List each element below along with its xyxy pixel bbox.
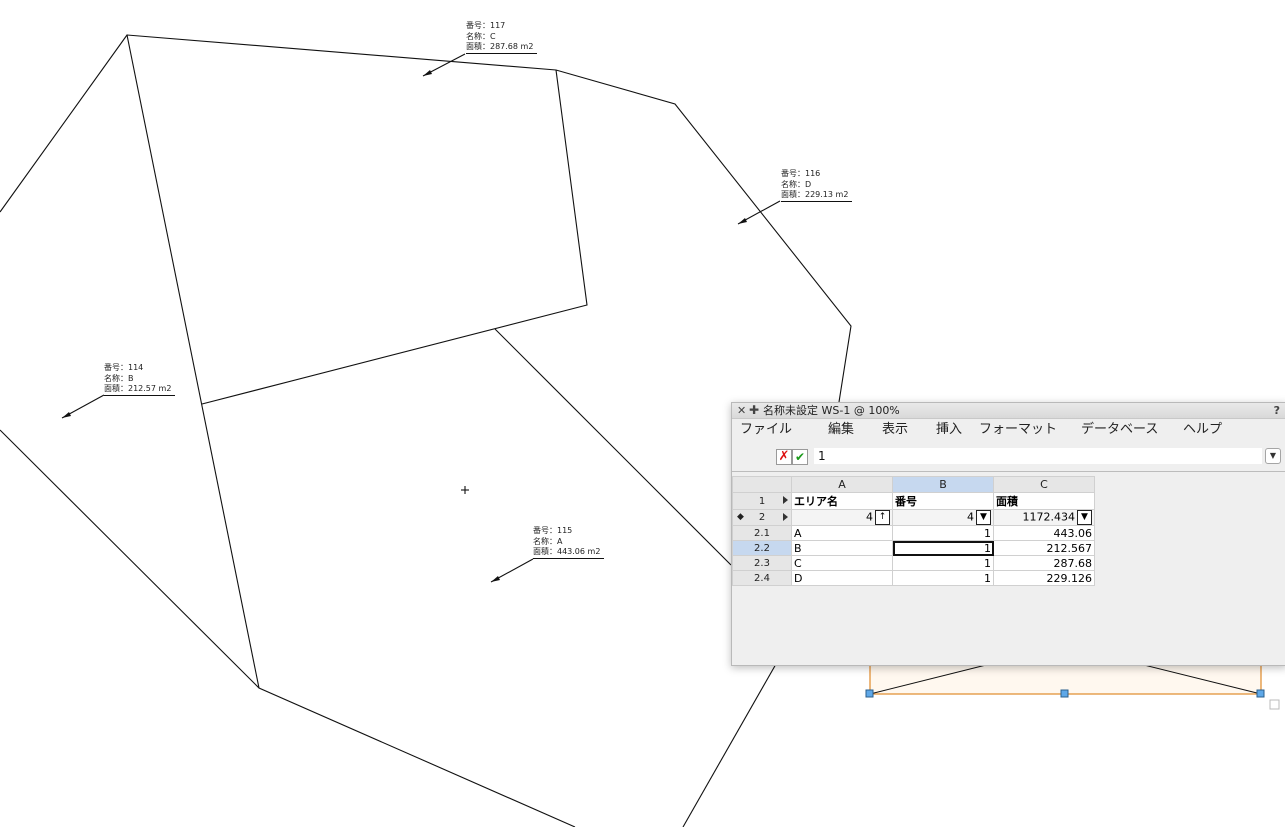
row-label: 1 xyxy=(758,495,766,507)
row-header-2-1[interactable]: 2.1 xyxy=(732,525,792,541)
space-tag-117: 番号：117 名称：C 面積：287.68 m2 xyxy=(466,21,538,54)
resize-handle[interactable] xyxy=(865,689,874,698)
cell-b1[interactable]: 番号 xyxy=(892,492,994,510)
space-edge xyxy=(126,34,260,689)
cell-a1[interactable]: エリア名 xyxy=(791,492,893,510)
expand-arrow-icon[interactable] xyxy=(783,496,788,504)
cell-b2-summary[interactable]: 4 ▼ xyxy=(892,509,994,526)
worksheet-title: 名称未設定 WS-1 @ 100% xyxy=(763,404,900,417)
cell-c1[interactable]: 面積 xyxy=(993,492,1095,510)
row-header-2[interactable]: ◆ 2 xyxy=(732,509,792,526)
dropdown-arrow-icon[interactable]: ▼ xyxy=(976,510,991,525)
active-cell[interactable]: 1 xyxy=(892,540,994,556)
tag-line: 名称：C xyxy=(466,31,496,41)
summary-value: 4 xyxy=(967,510,974,524)
tag-line: 面積：287.68 m2 xyxy=(466,42,538,54)
space-edge xyxy=(201,69,588,405)
accept-entry-button[interactable]: ✔ xyxy=(792,449,808,465)
cell-name[interactable]: B xyxy=(791,540,893,556)
arrow-head xyxy=(423,70,432,76)
database-row-icon: ◆ xyxy=(737,512,744,522)
cell-number[interactable]: 1 xyxy=(892,525,994,541)
cell-name[interactable]: C xyxy=(791,555,893,571)
cell-a2-summary[interactable]: 4 ↑ xyxy=(791,509,893,526)
row-header-2-4[interactable]: 2.4 xyxy=(732,570,792,586)
tag-line: 面積：443.06 m2 xyxy=(533,547,605,559)
cell-area[interactable]: 229.126 xyxy=(993,570,1095,586)
summary-value: 1172.434 xyxy=(1022,510,1076,524)
column-header-a[interactable]: A xyxy=(791,476,893,493)
space-tag-116: 番号：116 名称：D 面積：229.13 m2 xyxy=(781,169,853,202)
worksheet-titlebar[interactable]: ✕ ✚ 名称未設定 WS-1 @ 100% ? xyxy=(732,403,1285,419)
row-header-2-3[interactable]: 2.3 xyxy=(732,555,792,571)
column-header-b[interactable]: B xyxy=(892,476,994,493)
summary-value: 4 xyxy=(866,510,873,524)
menu-edit[interactable]: 編集 xyxy=(828,419,882,441)
resize-handle[interactable] xyxy=(1060,689,1069,698)
cell-name[interactable]: D xyxy=(791,570,893,586)
menu-insert[interactable]: 挿入 xyxy=(936,419,979,441)
arrow-head xyxy=(62,412,71,418)
cell-area[interactable]: 212.567 xyxy=(993,540,1095,556)
cell-number[interactable]: 1 xyxy=(892,555,994,571)
menu-help[interactable]: ヘルプ xyxy=(1183,419,1222,441)
help-button[interactable]: ? xyxy=(1274,403,1280,418)
arrow-head xyxy=(491,576,500,582)
grid-corner[interactable] xyxy=(732,476,792,493)
menu-file[interactable]: ファイル xyxy=(740,419,828,441)
column-header-c[interactable]: C xyxy=(993,476,1095,493)
space-tag-114: 番号：114 名称：B 面積：212.57 m2 xyxy=(104,363,176,396)
formula-input[interactable]: 1 xyxy=(814,448,1262,464)
tag-line: 名称：A xyxy=(533,536,563,546)
arrow-head xyxy=(738,218,747,224)
tag-line: 番号：115 xyxy=(533,526,573,535)
cell-area[interactable]: 287.68 xyxy=(993,555,1095,571)
resize-handle[interactable] xyxy=(1256,689,1265,698)
tag-line: 番号：117 xyxy=(466,21,506,30)
sort-ascending-icon[interactable]: ↑ xyxy=(875,510,890,525)
space-edge xyxy=(494,328,732,566)
space-tag-115: 番号：115 名称：A 面積：443.06 m2 xyxy=(533,526,605,559)
expand-arrow-icon[interactable] xyxy=(783,513,788,521)
row-header-1[interactable]: 1 xyxy=(732,492,792,510)
tag-line: 名称：D xyxy=(781,179,812,189)
dropdown-arrow-icon[interactable]: ▼ xyxy=(1077,510,1092,525)
cell-area[interactable]: 443.06 xyxy=(993,525,1095,541)
space-edge xyxy=(682,663,777,827)
cell-number[interactable]: 1 xyxy=(892,570,994,586)
worksheet-grid[interactable]: A B C 1 エリア名 番号 面積 ◆ 2 4 ↑ 4 ▼ 1172.434 ▼ 2.… xyxy=(732,476,1095,586)
cell-name[interactable]: A xyxy=(791,525,893,541)
cancel-entry-button[interactable]: ✗ xyxy=(776,449,792,465)
row-header-2-2[interactable]: 2.2 xyxy=(732,540,792,556)
chevron-down-icon[interactable]: ▼ xyxy=(1265,448,1281,464)
expand-icon[interactable]: ✚ xyxy=(749,403,759,418)
formula-bar: ✗ ✔ 1 ▼ xyxy=(732,441,1285,472)
worksheet-window[interactable]: ✕ ✚ 名称未設定 WS-1 @ 100% ? ファイル 編集 表示 挿入 フォ… xyxy=(731,402,1285,666)
row-label: 2 xyxy=(758,512,766,523)
resize-handle-ghost xyxy=(1269,699,1280,710)
tag-line: 番号：116 xyxy=(781,169,821,178)
tag-line: 面積：229.13 m2 xyxy=(781,190,853,202)
tag-line: 面積：212.57 m2 xyxy=(104,384,176,396)
space-outline xyxy=(0,429,576,827)
worksheet-menubar: ファイル 編集 表示 挿入 フォーマット データベース ヘルプ xyxy=(732,419,1285,441)
menu-view[interactable]: 表示 xyxy=(882,419,936,441)
tag-line: 名称：B xyxy=(104,373,134,383)
menu-format[interactable]: フォーマット xyxy=(979,419,1081,441)
tag-line: 番号：114 xyxy=(104,363,144,372)
cell-c2-summary[interactable]: 1172.434 ▼ xyxy=(993,509,1095,526)
close-icon[interactable]: ✕ xyxy=(737,403,746,418)
menu-database[interactable]: データベース xyxy=(1081,419,1183,441)
